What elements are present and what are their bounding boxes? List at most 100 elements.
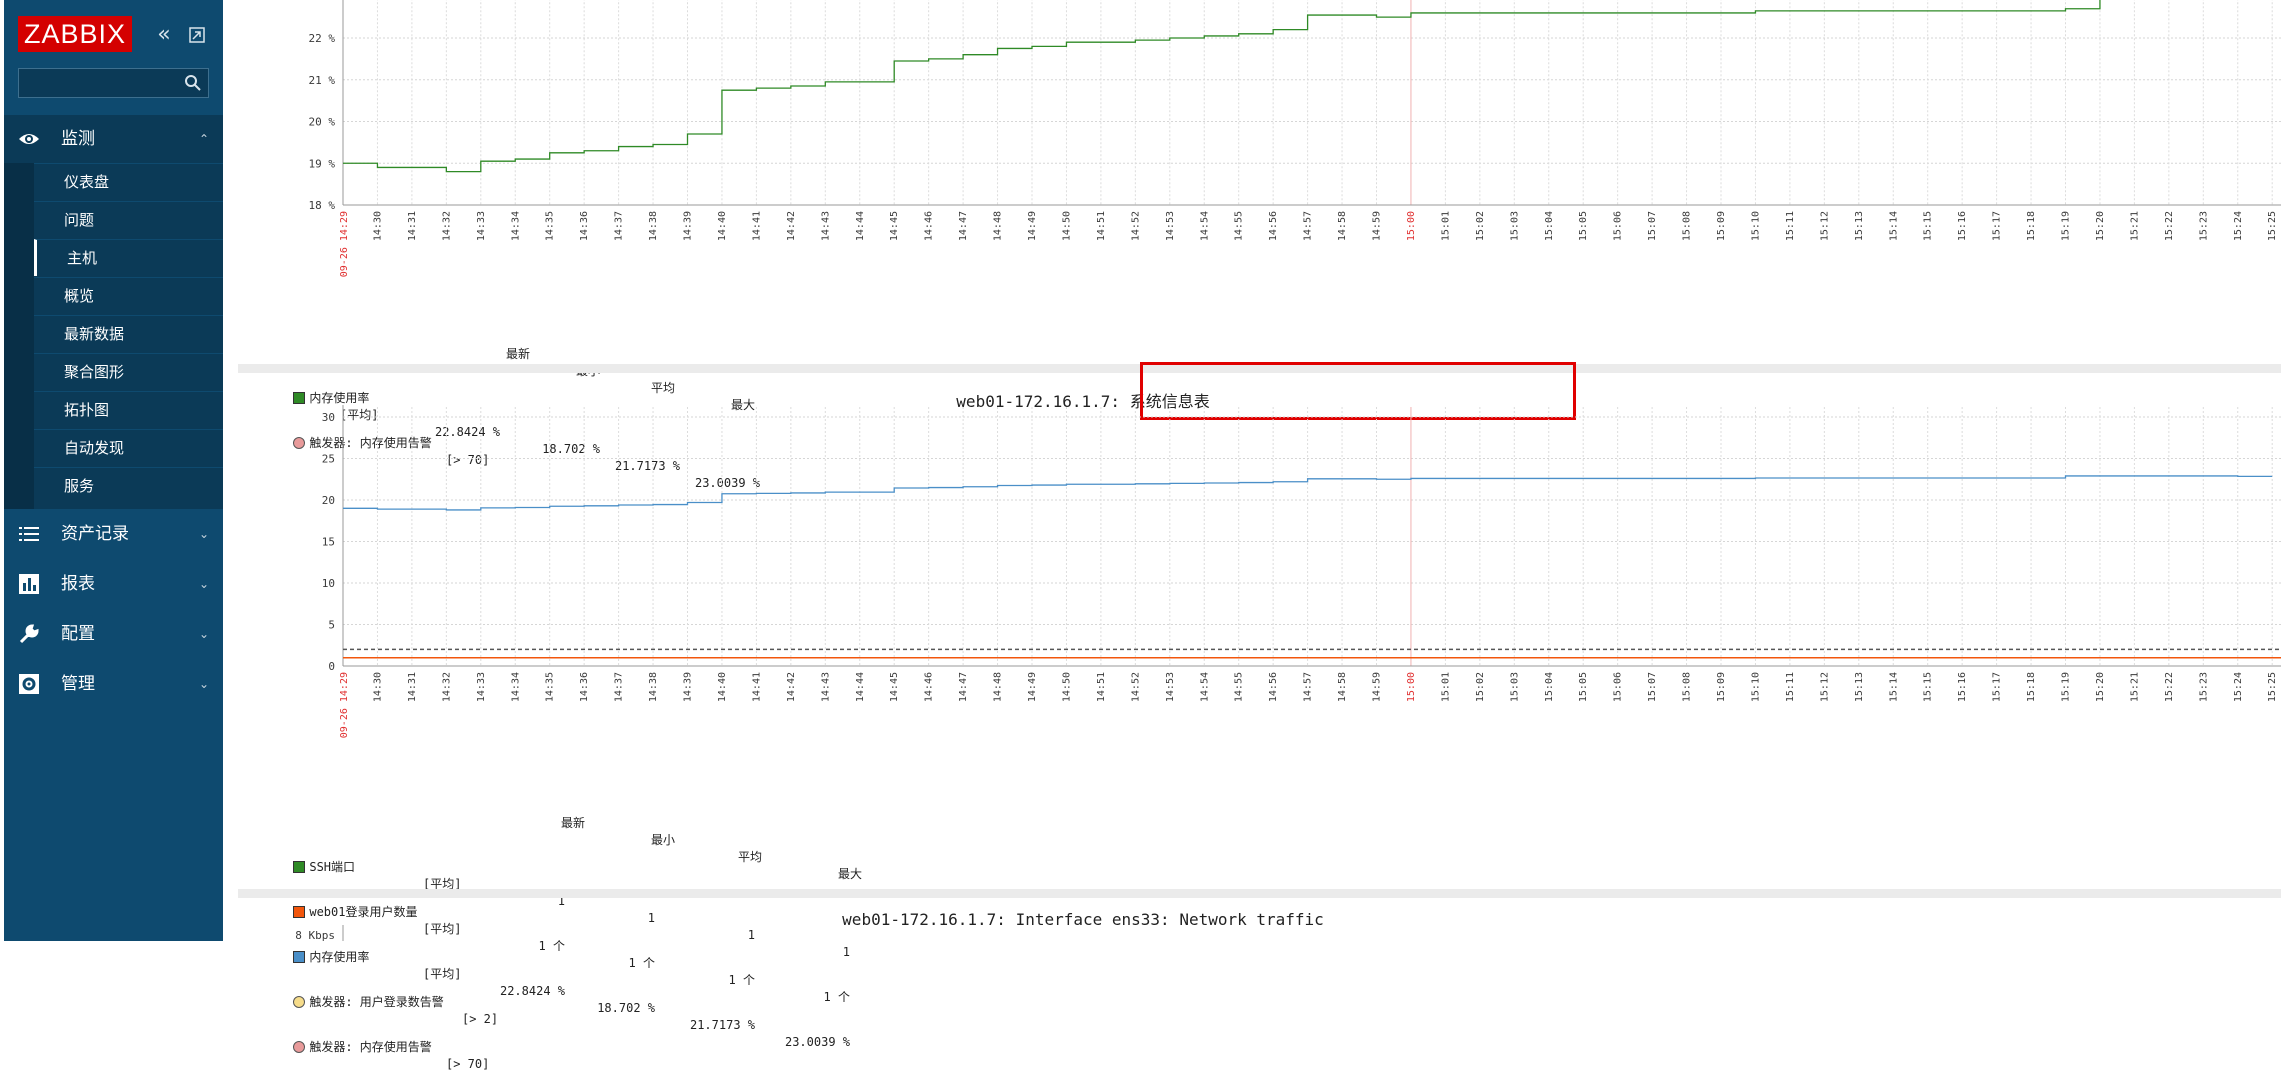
search-input[interactable] <box>23 72 177 96</box>
x-tick-label: 15:24 <box>2233 211 2244 241</box>
x-tick-label: 15:10 <box>1750 672 1761 702</box>
x-tick-label: 14:59 <box>1372 672 1383 702</box>
chevron-up-icon: ⌃ <box>198 132 209 146</box>
x-tick-label: 15:23 <box>2198 672 2209 702</box>
x-tick-label: 14:41 <box>751 672 762 702</box>
double-chevron-left-icon[interactable]: « <box>151 20 177 50</box>
submenu-item-dashboard[interactable]: 仪表盘 <box>34 163 223 200</box>
legend-trigger-text: 触发器: 用户登录数告警 <box>309 995 444 1009</box>
legend-trigger-row: 触发器: 内存使用告警 [> 70] <box>250 1022 950 1071</box>
submenu-item-overview[interactable]: 概览 <box>34 277 223 314</box>
legend-trigger-row: 触发器: 用户登录数告警 [> 2] <box>250 977 950 1026</box>
x-tick-label: 14:40 <box>717 211 728 241</box>
x-tick-label: 15:06 <box>1613 211 1624 241</box>
x-tick-label: 14:31 <box>407 211 418 241</box>
y-tick-label: 15 <box>322 536 335 549</box>
x-tick-label: 14:52 <box>1130 672 1141 702</box>
legend-item-name: 内存使用率 <box>309 950 370 964</box>
system-info-chart: 0 5 10 15 20 25 30 14:30 14:31 14:32 14:33 14:34 14:… <box>322 405 2281 738</box>
x-tick-label: 15:22 <box>2164 672 2175 702</box>
x-tick-label: 15:22 <box>2164 211 2175 241</box>
x-tick-label: 15:15 <box>1923 211 1934 241</box>
x-tick-label: 14:33 <box>476 672 487 702</box>
search-field[interactable] <box>18 68 209 98</box>
legend-header-latest: 最新 <box>505 347 530 361</box>
x-tick-label: 14:40 <box>717 672 728 702</box>
x-tick-label: 14:51 <box>1096 672 1107 702</box>
chevron-down-icon: ⌄ <box>198 677 209 691</box>
x-tick-label: 15:08 <box>1682 211 1693 241</box>
x-tick-label: 15:00 <box>1406 672 1417 702</box>
x-tick-label: 15:18 <box>2026 672 2037 702</box>
submenu-item-discovery[interactable]: 自动发现 <box>34 429 223 466</box>
x-tick-label: 15:23 <box>2198 211 2209 241</box>
legend-item-min: 18.702 % <box>597 1001 655 1015</box>
menu-label: 监测 <box>61 129 95 149</box>
menu-reports[interactable]: 报表 ⌄ <box>4 560 223 608</box>
legend-item-name: web01登录用户数量 <box>309 905 418 919</box>
y-tick-label: 21 % <box>309 74 336 87</box>
x-tick-label: 14:58 <box>1337 672 1348 702</box>
x-tick-label: 14:47 <box>958 672 969 702</box>
x-tick-label: 14:41 <box>751 211 762 241</box>
x-tick-label: 14:50 <box>1061 672 1072 702</box>
x-tick-label: 15:17 <box>1992 211 2003 241</box>
x-tick-label: 15:25 <box>2267 211 2278 241</box>
x-tick-label: 14:37 <box>614 672 625 702</box>
x-tick-label: 14:49 <box>1027 672 1038 702</box>
x-tick-label: 15:24 <box>2233 672 2244 702</box>
x-tick-label: 14:32 <box>441 211 452 241</box>
search-icon[interactable] <box>184 74 202 92</box>
submenu-rail <box>4 163 34 509</box>
x-tick-label: 15:15 <box>1923 672 1934 702</box>
x-tick-label: 14:57 <box>1303 672 1314 702</box>
legend-item-min: 1 个 <box>628 956 655 970</box>
x-tick-label: 15:08 <box>1682 672 1693 702</box>
y-tick-label: 25 <box>322 453 335 466</box>
trigger-circle-icon <box>293 1041 306 1053</box>
submenu-item-hosts[interactable]: 主机 <box>34 239 223 276</box>
submenu-item-problems[interactable]: 问题 <box>34 201 223 238</box>
x-tick-label: 14:39 <box>683 672 694 702</box>
menu-inventory[interactable]: 资产记录 ⌄ <box>4 510 223 558</box>
chevron-down-icon: ⌄ <box>198 577 209 591</box>
submenu-item-maps[interactable]: 拓扑图 <box>34 391 223 428</box>
x-tick-label: 15:01 <box>1440 672 1451 702</box>
x-tick-label: 14:43 <box>820 211 831 241</box>
memory-usage-chart: 18 % 19 % 20 % 21 % 22 % 14:30 14:31 14:32 14:33… <box>309 0 2281 277</box>
x-tick-label: 15:06 <box>1613 672 1624 702</box>
x-tick-label: 14:52 <box>1130 211 1141 241</box>
menu-label: 管理 <box>61 674 95 694</box>
x-tick-label: 15:14 <box>1888 672 1899 702</box>
x-tick-label: 14:45 <box>889 211 900 241</box>
x-tick-label: 14:38 <box>648 672 659 702</box>
y-tick-label: 20 <box>322 494 335 507</box>
submenu-item-services[interactable]: 服务 <box>34 467 223 504</box>
x-tick-label: 15:04 <box>1544 211 1555 241</box>
y-tick-label: 5 <box>328 619 335 632</box>
x-tick-label: 14:54 <box>1199 672 1210 702</box>
menu-monitoring[interactable]: 监测 ⌃ <box>4 115 223 163</box>
menu-label: 资产记录 <box>61 524 129 544</box>
x-tick-label: 14:58 <box>1337 211 1348 241</box>
x-tick-label: 15:03 <box>1509 211 1520 241</box>
x-tick-label: 14:53 <box>1165 211 1176 241</box>
x-tick-label: 14:39 <box>683 211 694 241</box>
submenu-item-latest-data[interactable]: 最新数据 <box>34 315 223 352</box>
submenu-item-screens[interactable]: 聚合图形 <box>34 353 223 390</box>
legend-header-row: 最新 最小 平均 最大 <box>250 329 850 412</box>
wrench-icon <box>19 624 39 644</box>
x-tick-label: 14:35 <box>545 211 556 241</box>
series-swatch <box>293 906 306 918</box>
menu-administration[interactable]: 管理 ⌄ <box>4 660 223 708</box>
x-tick-label: 14:42 <box>786 211 797 241</box>
menu-configuration[interactable]: 配置 ⌄ <box>4 610 223 658</box>
x-tick-label: 15:11 <box>1785 672 1796 702</box>
x-tick-label: 15:14 <box>1888 211 1899 241</box>
x-tick-label: 14:30 <box>372 211 383 241</box>
expand-window-icon[interactable] <box>184 20 210 50</box>
zabbix-logo[interactable]: ZABBIX <box>18 16 133 52</box>
x-tick-label: 14:44 <box>855 672 866 702</box>
x-tick-label: 14:48 <box>993 211 1004 241</box>
legend-trigger-text: 触发器: 内存使用告警 <box>309 1040 432 1054</box>
